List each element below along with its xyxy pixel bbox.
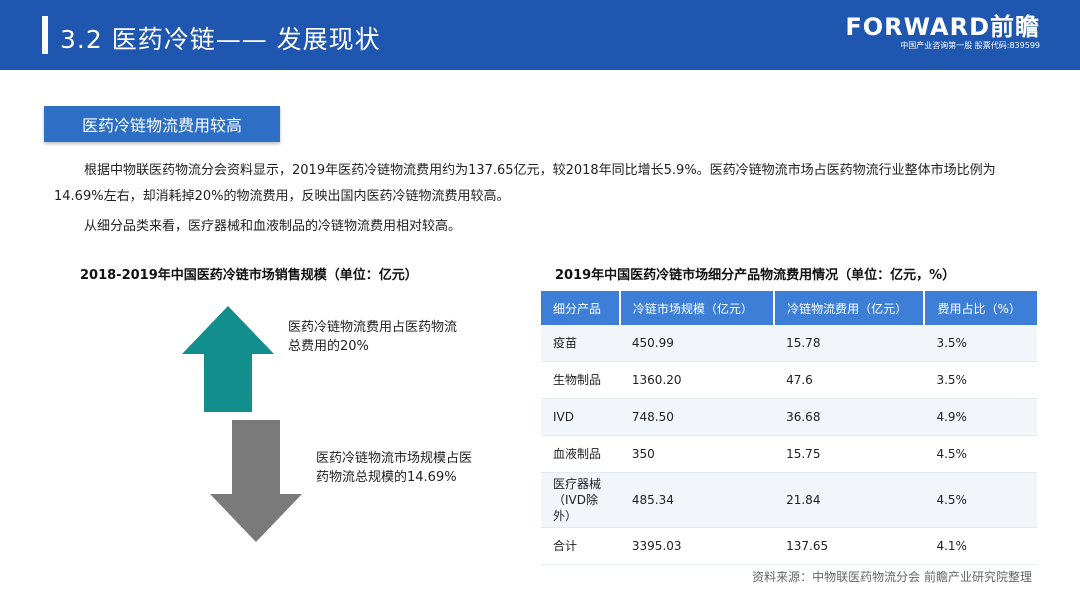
up-arrow-icon: [182, 306, 274, 412]
paragraph-segment: 从细分品类来看，医疗器械和血液制品的冷链物流费用相对较高。: [84, 219, 462, 234]
left-chart-title: 2018-2019年中国医药冷链市场销售规模（单位：亿元）: [80, 268, 418, 283]
table-cell: 450.99: [619, 325, 775, 362]
table-cell: 21.84: [774, 472, 925, 528]
table-row: 疫苗 450.99 15.78 3.5%: [541, 325, 1037, 362]
note-up: 医药冷链物流费用占医药物流总费用的20%: [288, 320, 458, 354]
paragraph-intro: 根据中物联医药物流分会资料显示，2019年医药冷链物流费用约为137.65亿元，…: [54, 163, 996, 204]
table-cell: 3.5%: [924, 361, 1037, 399]
table-header-cell: 细分产品: [541, 291, 621, 325]
brand-logo: FORWARD前瞻 中国产业咨询第一股 股票代码:839599: [845, 14, 1040, 51]
page-title: 3.2 医药冷链—— 发展现状: [60, 25, 381, 54]
table-cell: 350: [619, 435, 775, 473]
table-cell: 4.5%: [924, 472, 1037, 528]
header-bar: 3.2 医药冷链—— 发展现状 FORWARD前瞻 中国产业咨询第一股 股票代码…: [0, 0, 1080, 70]
table-cell: 医疗器械（IVD除外）: [541, 472, 620, 528]
table-header-row: 细分产品 冷链市场规模（亿元） 冷链物流费用（亿元） 费用占比（%）: [541, 291, 1037, 325]
table-cell: 485.34: [619, 472, 775, 528]
logo-main-text: FORWARD前瞻: [845, 13, 1040, 41]
table-cell: 15.75: [774, 435, 925, 473]
table-row: IVD 748.50 36.68 4.9%: [541, 398, 1037, 436]
table-cell: 疫苗: [541, 325, 620, 362]
source-note: 资料来源：中物联医药物流分会 前瞻产业研究院整理: [752, 570, 1032, 584]
logo-sub-text: 中国产业咨询第一股 股票代码:839599: [900, 41, 1040, 50]
table-cell: 4.5%: [924, 435, 1037, 473]
table-cell: 4.9%: [924, 398, 1037, 436]
table-cell: 36.68: [774, 398, 925, 436]
table-row: 生物制品 1360.20 47.6 3.5%: [541, 361, 1037, 399]
table-cell: 血液制品: [541, 435, 620, 473]
table-row: 血液制品 350 15.75 4.5%: [541, 435, 1037, 473]
table-header-cell: 冷链市场规模（亿元）: [619, 291, 776, 325]
table-cell: 47.6: [774, 361, 925, 399]
table-header-cell: 冷链物流费用（亿元）: [774, 291, 926, 325]
cost-table: 细分产品 冷链市场规模（亿元） 冷链物流费用（亿元） 费用占比（%） 疫苗 45…: [541, 291, 1037, 565]
table-cell: 15.78: [774, 325, 925, 362]
table-title: 2019年中国医药冷链市场细分产品物流费用情况（单位：亿元，%）: [555, 268, 956, 283]
table-header-cell: 费用占比（%）: [924, 291, 1037, 325]
table-cell: 生物制品: [541, 361, 620, 399]
table-cell: 1360.20: [619, 361, 775, 399]
table-cell: 3395.03: [619, 527, 775, 565]
down-arrow-icon: [210, 420, 302, 542]
table-cell: 合计: [541, 527, 620, 565]
table-cell: 748.50: [619, 398, 775, 436]
table-row: 合计 3395.03 137.65 4.1%: [541, 527, 1037, 565]
table-cell: 3.5%: [924, 325, 1037, 362]
note-down: 医药冷链物流市场规模占医药物流总规模的14.69%: [316, 451, 473, 485]
header-accent-bar: [42, 16, 48, 54]
table-cell: 4.1%: [924, 527, 1037, 565]
table-row: 医疗器械（IVD除外） 485.34 21.84 4.5%: [541, 472, 1037, 528]
section-tag: 医药冷链物流费用较高: [44, 106, 280, 142]
table-cell: IVD: [541, 398, 620, 436]
table-cell: 137.65: [774, 527, 925, 565]
